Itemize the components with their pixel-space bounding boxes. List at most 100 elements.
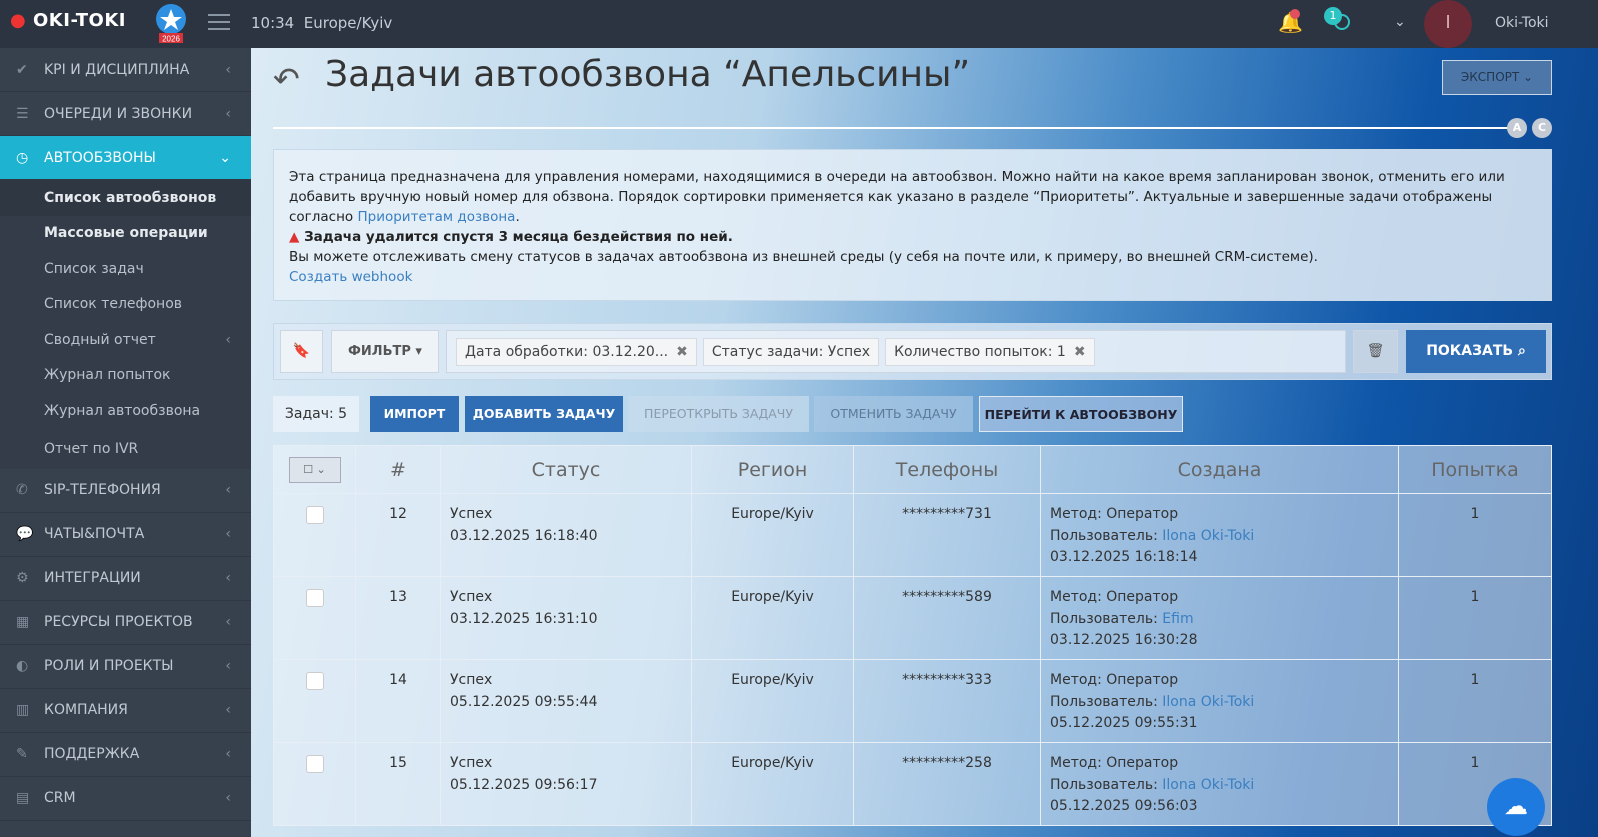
- sidebar-sub-attempts[interactable]: Журнал попыток: [0, 357, 251, 393]
- col-attempt[interactable]: Попытка: [1398, 445, 1552, 494]
- row-checkbox[interactable]: [305, 589, 324, 607]
- row-user-link[interactable]: Ilona Oki-Toki: [1162, 694, 1254, 710]
- filter-chip-attempts[interactable]: Количество попыток: 1 ✖: [885, 338, 1095, 366]
- row-created: 03.12.2025 16:18:14: [1050, 549, 1198, 565]
- chat-widget-button[interactable]: ☁: [1487, 778, 1545, 836]
- sidebar-sub-bulk-ops[interactable]: Массовые операции: [0, 215, 251, 251]
- task-count: Задач: 5: [273, 396, 359, 432]
- filter-dropdown[interactable]: ФИЛЬТР ▾: [331, 330, 439, 373]
- chevron-left-icon: ‹: [225, 746, 231, 762]
- row-attempt: 1: [1398, 659, 1552, 743]
- wrench-icon: ✎: [16, 746, 28, 762]
- sidebar-item-sip[interactable]: ✆ SIP-ТЕЛЕФОНИЯ ‹: [0, 469, 251, 513]
- sidebar-item-support[interactable]: ✎ ПОДДЕРЖКА ‹: [0, 733, 251, 777]
- sidebar-item-integrations[interactable]: ⚙ ИНТЕГРАЦИИ ‹: [0, 557, 251, 601]
- sidebar-sub-summary[interactable]: Сводный отчет ‹: [0, 322, 251, 358]
- row-method: Метод: Оператор: [1050, 589, 1179, 605]
- col-status[interactable]: Статус: [440, 445, 692, 494]
- bar-chart-icon: ▥: [16, 702, 30, 718]
- main-content: ↶ Задачи автообзвона “Апельсины” ЭКСПОРТ…: [251, 48, 1598, 837]
- gears-icon: ⚙: [16, 570, 29, 586]
- clear-filter-button[interactable]: 🗑: [1353, 330, 1398, 373]
- show-button[interactable]: ПОКАЗАТЬ ⌕: [1406, 330, 1546, 373]
- menu-toggle-icon[interactable]: [208, 14, 230, 30]
- chevron-left-icon: ‹: [225, 570, 231, 586]
- filter-chip-status[interactable]: Статус задачи: Успех: [702, 338, 880, 366]
- row-region: Europe/Kyiv: [691, 493, 854, 577]
- sidebar-sub-tasks[interactable]: Список задач: [0, 251, 251, 287]
- row-attempt: 1: [1398, 576, 1552, 660]
- priorities-link[interactable]: Приоритетам дозвона: [357, 209, 515, 225]
- col-region[interactable]: Регион: [691, 445, 854, 494]
- row-checkbox[interactable]: [305, 506, 324, 524]
- chevron-left-icon: ‹: [225, 331, 231, 348]
- add-task-button[interactable]: ДОБАВИТЬ ЗАДАЧУ: [465, 396, 623, 432]
- row-user-link[interactable]: Ilona Oki-Toki: [1162, 528, 1254, 544]
- select-all-dropdown[interactable]: ☐ ⌄: [288, 457, 341, 483]
- col-phones[interactable]: Телефоны: [853, 445, 1041, 494]
- row-phone: *********731: [853, 493, 1041, 577]
- create-webhook-link[interactable]: Создать webhook: [289, 269, 412, 285]
- chevron-down-icon[interactable]: ⌄: [1394, 14, 1406, 30]
- row-status: Успех: [450, 672, 493, 688]
- col-created[interactable]: Создана: [1040, 445, 1399, 494]
- marker-c[interactable]: C: [1532, 118, 1552, 138]
- row-checkbox[interactable]: [305, 672, 324, 690]
- table-row[interactable]: 15 Успех 05.12.2025 09:56:17 Europe/Kyiv …: [273, 742, 1552, 826]
- cancel-task-button[interactable]: ОТМЕНИТЬ ЗАДАЧУ: [814, 396, 973, 432]
- goto-autodial-button[interactable]: ПЕРЕЙТИ К АВТООБЗВОНУ: [979, 396, 1183, 432]
- import-button[interactable]: ИМПОРТ: [370, 396, 459, 432]
- export-button[interactable]: ЭКСПОРТ ⌄: [1442, 60, 1552, 95]
- chevron-left-icon: ‹: [225, 658, 231, 674]
- row-phone: *********333: [853, 659, 1041, 743]
- table-row[interactable]: 14 Успех 05.12.2025 09:55:44 Europe/Kyiv …: [273, 659, 1552, 743]
- sidebar-item-autodial[interactable]: ◷ АВТООБЗВОНЫ ⌄: [0, 136, 251, 180]
- row-id: 12: [355, 493, 441, 577]
- logo[interactable]: ● OKI-TOKI: [10, 10, 126, 31]
- filter-chip-date[interactable]: Дата обработки: 03.12.20... ✖: [456, 338, 697, 366]
- reopen-task-button[interactable]: ПЕРЕОТКРЫТЬ ЗАДАЧУ: [628, 396, 809, 432]
- toggle-icon: ◐: [16, 658, 29, 674]
- table-row[interactable]: 12 Успех 03.12.2025 16:18:40 Europe/Kyiv …: [273, 493, 1552, 577]
- svg-text:2026: 2026: [162, 35, 180, 44]
- avatar[interactable]: I: [1424, 0, 1472, 48]
- bookmark-button[interactable]: 🔖: [280, 330, 323, 373]
- crm-icon: ▤: [16, 790, 30, 806]
- sidebar-item-kpi[interactable]: ✔ KPI И ДИСЦИПЛИНА ‹: [0, 48, 251, 92]
- chevron-left-icon: ‹: [225, 614, 231, 630]
- chevron-left-icon: ‹: [225, 790, 231, 806]
- back-arrow-icon[interactable]: ↶: [273, 60, 300, 98]
- remove-icon[interactable]: ✖: [1074, 344, 1086, 360]
- table-row[interactable]: 13 Успех 03.12.2025 16:31:10 Europe/Kyiv …: [273, 576, 1552, 660]
- filter-chips[interactable]: Дата обработки: 03.12.20... ✖ Статус задач…: [446, 330, 1346, 373]
- clouds-icon: ☁: [1504, 792, 1528, 820]
- user-name[interactable]: Oki-Toki: [1495, 15, 1549, 31]
- row-method: Метод: Оператор: [1050, 755, 1179, 771]
- sidebar-item-resources[interactable]: ▦ РЕСУРСЫ ПРОЕКТОВ ‹: [0, 601, 251, 645]
- row-user-link[interactable]: Efim: [1162, 611, 1193, 627]
- notification-dot: [1290, 9, 1300, 19]
- sidebar-sub-ivr[interactable]: Отчет по IVR: [0, 428, 251, 469]
- sidebar-sub-autodial-log[interactable]: Журнал автообзвона: [0, 393, 251, 429]
- sidebar-item-queues[interactable]: ☰ ОЧЕРЕДИ И ЗВОНКИ ‹: [0, 92, 251, 136]
- warning-icon: ▲: [289, 229, 300, 245]
- row-status: Успех: [450, 589, 493, 605]
- row-phone: *********589: [853, 576, 1041, 660]
- remove-icon[interactable]: ✖: [676, 344, 688, 360]
- row-checkbox[interactable]: [305, 755, 324, 773]
- sidebar-item-crm[interactable]: ▤ CRM ‹: [0, 777, 251, 821]
- col-number[interactable]: #: [355, 445, 441, 494]
- sidebar-item-company[interactable]: ▥ КОМПАНИЯ ‹: [0, 689, 251, 733]
- divider: [273, 127, 1523, 129]
- chevron-left-icon: ‹: [225, 702, 231, 718]
- table-header: ☐ ⌄ # Статус Регион Телефоны Создана Поп…: [273, 445, 1552, 494]
- row-user-link[interactable]: Ilona Oki-Toki: [1162, 777, 1254, 793]
- chevron-down-icon: ⌄: [219, 149, 231, 166]
- sidebar-sub-autodial-list[interactable]: Список автообзвонов: [0, 180, 251, 216]
- trash-icon: 🗑: [1366, 343, 1385, 359]
- sidebar-sub-phones[interactable]: Список телефонов: [0, 286, 251, 322]
- sidebar-item-chats[interactable]: 💬 ЧАТЫ&ПОЧТА ‹: [0, 513, 251, 557]
- page-title: Задачи автообзвона “Апельсины”: [325, 54, 971, 95]
- sidebar-item-roles[interactable]: ◐ РОЛИ И ПРОЕКТЫ ‹: [0, 645, 251, 689]
- marker-a[interactable]: A: [1507, 118, 1527, 138]
